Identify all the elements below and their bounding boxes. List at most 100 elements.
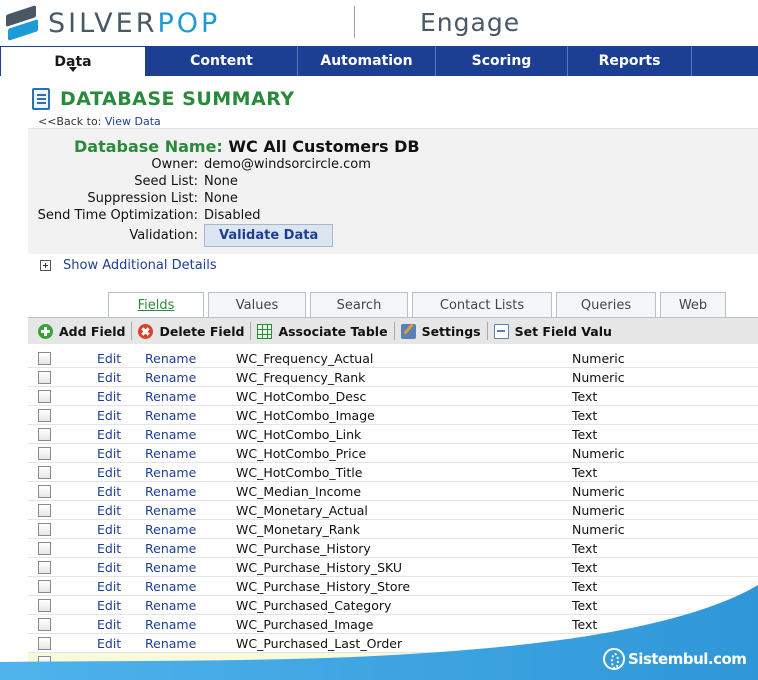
rename-link[interactable]: Rename <box>145 370 236 385</box>
table-row: Edit Rename WC_Monetary_Actual Numeric <box>28 501 758 520</box>
back-link-row: <<Back to: View Data <box>38 115 161 128</box>
row-checkbox[interactable] <box>38 389 51 403</box>
show-additional-details[interactable]: Show Additional Details <box>40 258 217 273</box>
silverpop-logo[interactable]: SILVERPOP <box>6 5 220 41</box>
row-checkbox[interactable] <box>38 636 51 650</box>
associate-table-button[interactable]: Associate Table <box>251 322 395 340</box>
page-title-row: DATABASE SUMMARY <box>32 88 295 110</box>
nav-tab-content[interactable]: Content <box>146 46 298 76</box>
field-name: WC_HotCombo_Desc <box>236 388 367 404</box>
seed-list-value: None <box>204 174 238 189</box>
row-checkbox[interactable] <box>38 503 51 517</box>
set-field-value-button[interactable]: Set Field Valu <box>488 322 618 340</box>
subtab-values[interactable]: Values <box>208 292 306 318</box>
validation-row: Validation: Validate Data <box>0 224 334 247</box>
row-checkbox[interactable] <box>38 522 51 536</box>
edit-link[interactable]: Edit <box>97 446 145 461</box>
field-type: Numeric <box>572 369 625 385</box>
edit-link[interactable]: Edit <box>97 541 145 556</box>
field-name: WC_Purchased_Last_Order <box>236 635 403 651</box>
product-name: Engage <box>420 8 521 37</box>
back-to-view-data-link[interactable]: View Data <box>105 115 161 128</box>
rename-link[interactable]: Rename <box>145 351 236 366</box>
seed-list-row: Seed List: None <box>134 174 238 189</box>
rename-link[interactable]: Rename <box>145 579 236 594</box>
edit-link[interactable]: Edit <box>97 408 145 423</box>
edit-link[interactable]: Edit <box>97 503 145 518</box>
edit-link[interactable]: Edit <box>97 598 145 613</box>
rename-link[interactable]: Rename <box>145 446 236 461</box>
field-type: Text <box>572 578 598 594</box>
rename-link[interactable]: Rename <box>145 598 236 613</box>
edit-link[interactable]: Edit <box>97 560 145 575</box>
row-checkbox[interactable] <box>38 446 51 460</box>
nav-tab-scoring[interactable]: Scoring <box>436 46 568 76</box>
table-row: Edit Rename WC_HotCombo_Price Numeric <box>28 444 758 463</box>
table-row: Edit Rename WC_Purchased_Image Text <box>28 615 758 634</box>
rename-link[interactable]: Rename <box>145 522 236 537</box>
nav-tab-reports[interactable]: Reports <box>568 46 692 76</box>
field-type: Text <box>572 559 598 575</box>
row-checkbox[interactable] <box>38 598 51 612</box>
rename-link[interactable]: Rename <box>145 408 236 423</box>
edit-link[interactable]: Edit <box>97 389 145 404</box>
rename-link[interactable]: Rename <box>145 389 236 404</box>
row-checkbox[interactable] <box>38 541 51 555</box>
validate-data-button[interactable]: Validate Data <box>204 224 334 247</box>
rename-link[interactable]: Rename <box>145 503 236 518</box>
field-name: WC_HotCombo_Link <box>236 426 362 442</box>
rename-link[interactable]: Rename <box>145 427 236 442</box>
field-name: WC_Purchase_History <box>236 540 371 556</box>
field-type: Numeric <box>572 521 625 537</box>
edit-link[interactable]: Edit <box>97 522 145 537</box>
send-time-optimization-value: Disabled <box>204 208 261 223</box>
subtab-queries[interactable]: Queries <box>556 292 656 318</box>
field-type: Numeric <box>572 445 625 461</box>
subtab-fields[interactable]: Fields <box>108 292 204 318</box>
expand-plus-icon[interactable] <box>40 260 51 271</box>
suppression-list-value: None <box>204 191 238 206</box>
subtab-contact-lists[interactable]: Contact Lists <box>412 292 552 318</box>
row-checkbox[interactable] <box>38 351 51 365</box>
edit-link[interactable]: Edit <box>97 636 145 651</box>
table-row: Edit Rename WC_Purchase_History Text <box>28 539 758 558</box>
table-row: Edit Rename WC_HotCombo_Image Text <box>28 406 758 425</box>
row-checkbox[interactable] <box>38 655 51 669</box>
main-nav: Data Content Automation Scoring Reports <box>0 46 758 76</box>
rename-link[interactable]: Rename <box>145 465 236 480</box>
show-additional-details-label[interactable]: Show Additional Details <box>63 258 217 273</box>
edit-link[interactable]: Edit <box>97 351 145 366</box>
settings-button[interactable]: Settings <box>395 322 488 340</box>
edit-link[interactable]: Edit <box>97 427 145 442</box>
rename-link[interactable]: Rename <box>145 636 236 651</box>
row-checkbox[interactable] <box>38 579 51 593</box>
rename-link[interactable]: Rename <box>145 484 236 499</box>
edit-link[interactable]: Edit <box>97 617 145 632</box>
rename-link[interactable]: Rename <box>145 541 236 556</box>
database-name: Database Name: WC All Customers DB <box>74 137 420 156</box>
edit-link[interactable]: Edit <box>97 579 145 594</box>
table-row: Edit Rename WC_Median_Income Numeric <box>28 482 758 501</box>
delete-field-button[interactable]: Delete Field <box>132 322 252 340</box>
field-name: WC_HotCombo_Title <box>236 464 363 480</box>
table-row: Edit Rename WC_Purchased_Category Text <box>28 596 758 615</box>
row-checkbox[interactable] <box>38 560 51 574</box>
subtab-web[interactable]: Web <box>660 292 726 318</box>
table-row: Edit Rename WC_Purchase_History_Store Text <box>28 577 758 596</box>
edit-link[interactable]: Edit <box>97 465 145 480</box>
add-field-button[interactable]: Add Field <box>28 322 133 340</box>
nav-tab-data[interactable]: Data <box>0 46 146 76</box>
edit-link[interactable]: Edit <box>97 370 145 385</box>
brand-name-a: SILVER <box>48 7 158 39</box>
subtab-search[interactable]: Search <box>310 292 408 318</box>
nav-tab-automation[interactable]: Automation <box>298 46 436 76</box>
row-checkbox[interactable] <box>38 370 51 384</box>
edit-link[interactable]: Edit <box>97 484 145 499</box>
row-checkbox[interactable] <box>38 617 51 631</box>
row-checkbox[interactable] <box>38 427 51 441</box>
row-checkbox[interactable] <box>38 465 51 479</box>
row-checkbox[interactable] <box>38 408 51 422</box>
rename-link[interactable]: Rename <box>145 560 236 575</box>
row-checkbox[interactable] <box>38 484 51 498</box>
rename-link[interactable]: Rename <box>145 617 236 632</box>
